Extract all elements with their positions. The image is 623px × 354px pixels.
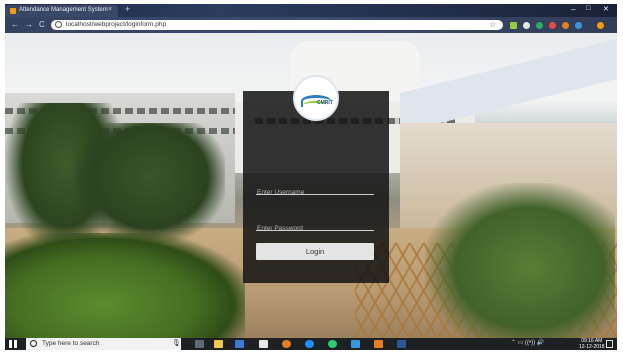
taskbar: Type here to search 🎙 ⌃ ▭ ((•)) 🔊 09:16 … [5, 338, 617, 350]
close-tab-icon[interactable]: × [108, 6, 112, 13]
password-input[interactable] [256, 222, 374, 235]
address-bar[interactable]: localhost/webproject/loginform.php ☆ [51, 20, 503, 30]
taskbar-app-icon[interactable] [374, 340, 383, 348]
browser-toolbar: ← → C localhost/webproject/loginform.php… [5, 17, 617, 33]
logo-text: CMRIT [317, 100, 333, 106]
taskbar-app-icon[interactable] [235, 340, 244, 348]
search-icon [30, 340, 37, 347]
microphone-icon[interactable]: 🎙 [172, 339, 181, 347]
extension-icon[interactable] [562, 22, 569, 29]
new-tab-button[interactable]: + [125, 4, 130, 14]
tree [75, 123, 225, 243]
profile-icon[interactable] [597, 22, 604, 29]
back-button[interactable]: ← [11, 20, 19, 29]
extension-icon[interactable] [575, 22, 582, 29]
clock[interactable]: 09:16 AM 12-12-2018 [579, 338, 605, 350]
building-roof [400, 38, 617, 133]
tree [425, 183, 615, 338]
url-text[interactable]: localhost/webproject/loginform.php [66, 21, 166, 28]
reload-button[interactable]: C [39, 20, 45, 29]
college-logo: CMRIT [293, 75, 339, 121]
taskbar-app-icon[interactable] [351, 340, 360, 348]
taskbar-search-placeholder[interactable]: Type here to search [42, 340, 99, 347]
extension-icon[interactable] [536, 22, 543, 29]
shrub [5, 233, 245, 338]
windows-start-icon[interactable] [9, 340, 17, 348]
username-field [256, 181, 374, 199]
extension-icon[interactable] [510, 22, 517, 29]
system-tray[interactable]: ⌃ ▭ ((•)) 🔊 [511, 339, 544, 346]
whatsapp-icon[interactable] [328, 340, 337, 348]
minimize-icon[interactable]: – [571, 5, 575, 14]
task-view-icon[interactable] [195, 340, 204, 348]
login-button[interactable]: Login [256, 243, 374, 260]
taskbar-search[interactable]: Type here to search 🎙 [26, 338, 181, 350]
bookmark-star-icon[interactable]: ☆ [489, 20, 496, 29]
chrome-icon[interactable] [282, 340, 291, 348]
tab-title: Attendance Management System [19, 7, 108, 13]
close-window-icon[interactable]: ✕ [603, 5, 609, 13]
extension-icon[interactable] [549, 22, 556, 29]
favicon-icon [10, 8, 16, 14]
browser-tab[interactable]: Attendance Management System × [5, 5, 118, 17]
forward-button[interactable]: → [25, 20, 33, 29]
info-icon[interactable] [55, 21, 62, 28]
extension-icon[interactable] [523, 22, 530, 29]
password-field [256, 217, 374, 235]
login-panel: CMRIT Login [243, 75, 389, 283]
edge-icon[interactable] [305, 340, 314, 348]
maximize-icon[interactable]: □ [586, 5, 590, 12]
file-explorer-icon[interactable] [214, 340, 223, 348]
username-input[interactable] [256, 186, 374, 199]
notification-icon[interactable] [606, 340, 613, 348]
clock-date: 12-12-2018 [579, 344, 605, 350]
word-icon[interactable] [397, 340, 406, 348]
screen: Attendance Management System × + – □ ✕ ←… [5, 4, 617, 350]
store-icon[interactable] [259, 340, 268, 348]
login-page: CMRIT Login [5, 33, 617, 338]
tab-bar: Attendance Management System × + – □ ✕ [5, 4, 617, 17]
